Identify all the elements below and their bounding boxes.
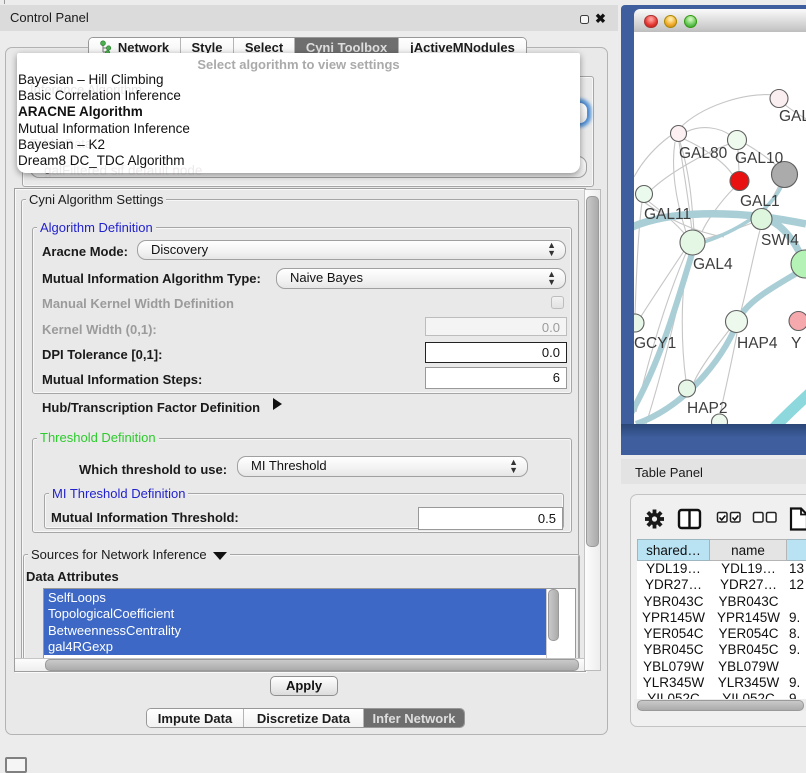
svg-text:GAL10: GAL10 [735,150,784,167]
svg-text:GAL80: GAL80 [679,145,728,162]
svg-text:HAP4: HAP4 [737,335,778,352]
svg-text:GAL1: GAL1 [740,193,780,210]
svg-text:GAL4: GAL4 [693,256,733,273]
svg-text:GAL2: GAL2 [779,108,806,125]
svg-text:GCY1: GCY1 [634,335,676,352]
svg-text:Y: Y [791,335,801,352]
svg-text:GAL11: GAL11 [644,206,691,223]
svg-text:SWI4: SWI4 [761,232,799,249]
svg-text:HAP2: HAP2 [687,400,728,417]
